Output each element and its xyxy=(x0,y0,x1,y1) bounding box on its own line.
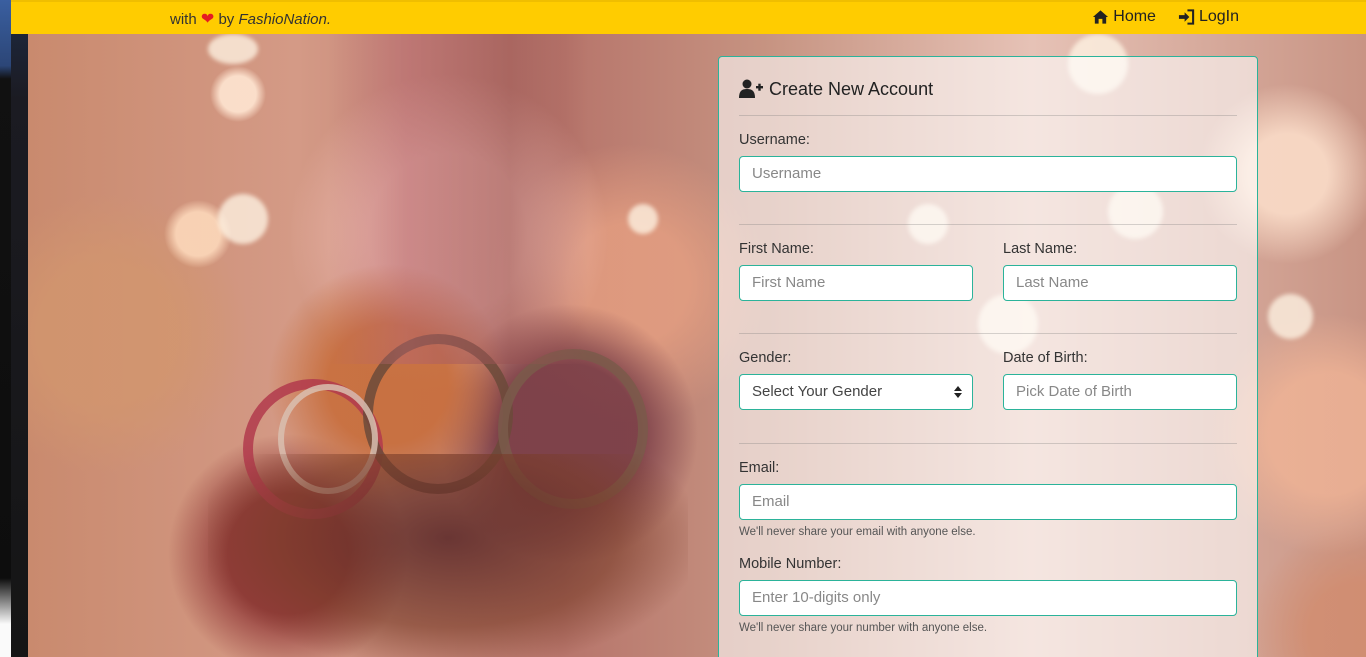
last-name-input[interactable]: Last Name xyxy=(1003,265,1237,301)
gender-group: Gender: Select Your Gender xyxy=(739,350,973,410)
nav-home-label: Home xyxy=(1113,8,1156,25)
select-arrows-icon xyxy=(954,386,962,398)
home-icon xyxy=(1093,10,1109,24)
mobile-help-text: We'll never share your number with anyon… xyxy=(739,622,988,634)
divider xyxy=(739,333,1237,334)
nav-login-link[interactable]: LogIn xyxy=(1178,8,1239,26)
username-input[interactable]: Username xyxy=(739,156,1237,192)
username-label: Username: xyxy=(739,132,810,148)
name-row: First Name: First Name Last Name: Last N… xyxy=(739,241,1237,301)
sign-in-icon xyxy=(1178,9,1195,25)
last-name-label: Last Name: xyxy=(1003,241,1078,257)
gender-dob-row: Gender: Select Your Gender Date of Birth… xyxy=(739,350,1237,410)
email-label: Email: xyxy=(739,460,780,476)
brand-text: with ❤ by FashioNation. xyxy=(170,9,331,29)
divider xyxy=(739,443,1237,444)
gender-select[interactable]: Select Your Gender xyxy=(739,374,973,410)
dob-label: Date of Birth: xyxy=(1003,350,1088,366)
brand-name: FashioNation. xyxy=(238,11,332,28)
dob-group: Date of Birth: Pick Date of Birth xyxy=(1003,350,1237,410)
divider xyxy=(739,224,1237,225)
heart-icon: ❤ xyxy=(200,11,215,28)
brand-by: by xyxy=(218,11,235,28)
mobile-input[interactable]: Enter 10-digits only xyxy=(739,580,1237,616)
brand-prefix: with xyxy=(170,11,197,28)
user-plus-icon xyxy=(739,79,763,98)
first-name-input[interactable]: First Name xyxy=(739,265,973,301)
left-edge-strip xyxy=(0,0,28,657)
email-input[interactable]: Email xyxy=(739,484,1237,520)
gender-label: Gender: xyxy=(739,350,792,366)
gender-select-value: Select Your Gender xyxy=(752,383,883,400)
nav-login-label: LogIn xyxy=(1198,8,1239,25)
first-name-label: First Name: xyxy=(739,241,814,257)
last-name-group: Last Name: Last Name xyxy=(1003,241,1237,301)
top-navbar: with ❤ by FashioNation. Home LogIn xyxy=(11,0,1366,34)
first-name-group: First Name: First Name xyxy=(739,241,973,301)
form-title: Create New Account xyxy=(739,77,1237,101)
signup-form-card: Create New Account Username: Username Fi… xyxy=(718,56,1258,657)
form-title-text: Create New Account xyxy=(769,78,934,99)
dob-input[interactable]: Pick Date of Birth xyxy=(1003,374,1237,410)
left-edge-bar xyxy=(0,0,11,657)
nav-home-link[interactable]: Home xyxy=(1092,8,1156,26)
divider xyxy=(739,115,1237,116)
email-help-text: We'll never share your email with anyone… xyxy=(739,526,976,538)
top-nav: Home LogIn xyxy=(1092,8,1239,26)
mobile-label: Mobile Number: xyxy=(739,556,842,572)
